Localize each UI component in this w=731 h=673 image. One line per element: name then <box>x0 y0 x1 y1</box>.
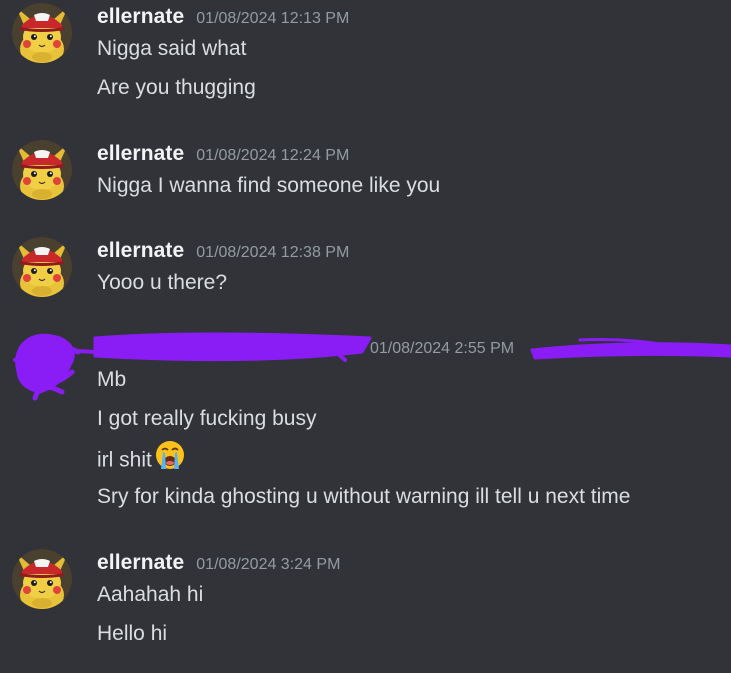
timestamp[interactable]: 01/08/2024 3:24 PM <box>196 556 340 574</box>
username[interactable]: ellernate <box>97 5 184 29</box>
message-header: ellernate 01/08/2024 12:24 PM <box>97 142 349 166</box>
message-text: irl shit <box>97 448 152 472</box>
pikachu-with-red-cap-avatar[interactable] <box>12 237 72 297</box>
message-header: ellernate 01/08/2024 3:24 PM <box>97 551 340 575</box>
username[interactable]: ellernate <box>97 239 184 263</box>
message-text: Are you thugging <box>97 76 256 99</box>
message-group: 01/08/2024 2:55 PM Mb I got really fucki… <box>0 330 731 530</box>
message-text: Aahahah hi <box>97 583 204 606</box>
message-group: ellernate 01/08/2024 12:38 PM Yooo u the… <box>0 234 731 314</box>
message-text-with-emoji: irl shit <box>97 441 185 476</box>
username[interactable]: ellernate <box>97 142 184 166</box>
message-text: Nigga I wanna find someone like you <box>97 174 441 197</box>
message-text: Sry for kinda ghosting u without warning… <box>97 485 631 508</box>
timestamp[interactable]: 01/08/2024 12:13 PM <box>196 10 349 28</box>
message-header: ellernate 01/08/2024 12:13 PM <box>97 5 349 29</box>
loudly-crying-face-emoji[interactable] <box>155 440 185 476</box>
pikachu-with-red-cap-avatar[interactable] <box>12 3 72 63</box>
message-text: Hello hi <box>97 622 168 645</box>
timestamp[interactable]: 01/08/2024 2:55 PM <box>370 340 514 358</box>
pikachu-with-red-cap-avatar[interactable] <box>12 140 72 200</box>
message-group: ellernate 01/08/2024 12:13 PM Nigga said… <box>0 0 731 120</box>
message-header: 01/08/2024 2:55 PM <box>370 340 514 358</box>
message-text: I got really fucking busy <box>97 407 317 430</box>
message-text: Yooo u there? <box>97 271 228 294</box>
username[interactable]: ellernate <box>97 551 184 575</box>
message-text: Nigga said what <box>97 37 247 60</box>
timestamp[interactable]: 01/08/2024 12:24 PM <box>196 147 349 165</box>
message-group: ellernate 01/08/2024 3:24 PM Aahahah hi … <box>0 546 731 666</box>
pikachu-with-red-cap-avatar[interactable] <box>12 549 72 609</box>
timestamp[interactable]: 01/08/2024 12:38 PM <box>196 244 349 262</box>
message-group: ellernate 01/08/2024 12:24 PM Nigga I wa… <box>0 137 731 217</box>
message-header: ellernate 01/08/2024 12:38 PM <box>97 239 349 263</box>
message-text: Mb <box>97 368 127 391</box>
